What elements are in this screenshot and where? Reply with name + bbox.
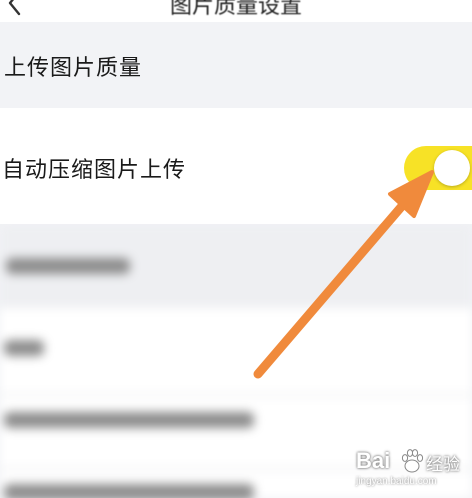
baidu-jingyan-watermark: Bai 经验 jingyan.baidu.com — [356, 448, 468, 494]
settings-screen: 图片质量设置 上传图片质量 自动压缩图片上传 Bai 经验 jingyan.ba… — [0, 0, 472, 498]
blurred-text — [4, 412, 254, 428]
section-header: 上传图片质量 — [0, 22, 472, 108]
auto-compress-label: 自动压缩图片上传 — [2, 158, 187, 183]
baidu-paw-icon — [401, 449, 424, 473]
blurred-text — [4, 484, 254, 498]
divider — [0, 394, 472, 396]
auto-compress-row[interactable]: 自动压缩图片上传 — [0, 108, 472, 224]
blurred-section-header — [0, 224, 472, 308]
section-title: 上传图片质量 — [4, 56, 143, 81]
watermark-url: jingyan.baidu.com — [356, 476, 437, 487]
toggle-knob — [434, 150, 470, 186]
nav-bar: 图片质量设置 — [0, 0, 472, 22]
blurred-text — [6, 258, 130, 274]
page-title: 图片质量设置 — [169, 0, 302, 19]
auto-compress-toggle[interactable] — [404, 146, 472, 190]
watermark-brand: Bai — [356, 448, 391, 473]
blurred-text — [4, 340, 44, 356]
watermark-cn: 经验 — [426, 455, 460, 475]
